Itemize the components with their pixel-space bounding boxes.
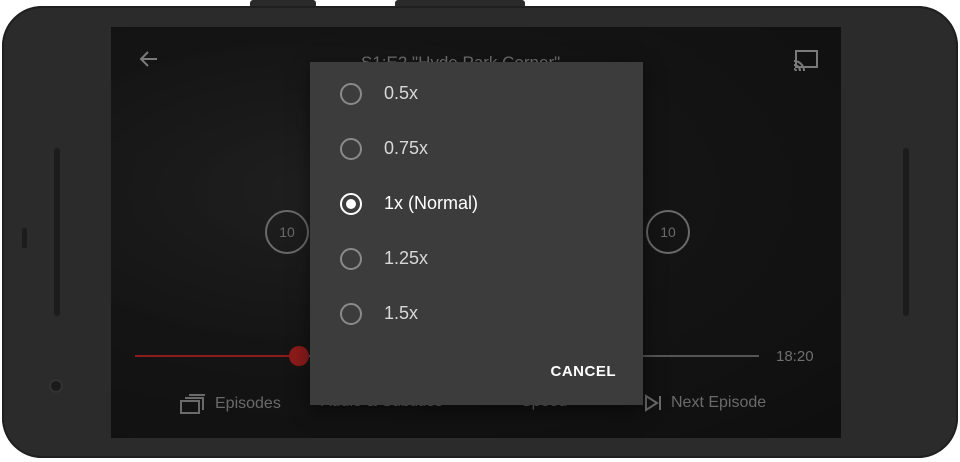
radio-button[interactable] xyxy=(340,302,362,325)
phone-volume-button xyxy=(395,0,525,6)
next-episode-icon xyxy=(645,394,661,412)
forward-10-label: 10 xyxy=(660,224,676,240)
phone-speaker-right xyxy=(903,148,909,316)
phone-power-button xyxy=(250,0,316,6)
next-episode-button[interactable]: Next Episode xyxy=(643,393,766,413)
phone-sensor xyxy=(22,228,27,248)
cast-icon[interactable] xyxy=(793,49,819,71)
playback-speed-dialog: 0.5x 0.75x 1x (Normal) 1.25x 1.5x CANCEL xyxy=(310,62,643,405)
radio-button[interactable] xyxy=(340,247,362,270)
speed-option-0-5x[interactable]: 0.5x xyxy=(310,66,643,121)
rewind-10-label: 10 xyxy=(279,224,295,240)
radio-button[interactable] xyxy=(340,137,362,160)
time-remaining: 18:20 xyxy=(776,348,814,365)
speed-option-1-25x[interactable]: 1.25x xyxy=(310,231,643,286)
speed-option-label: 1.5x xyxy=(384,303,419,323)
radio-button[interactable] xyxy=(340,82,362,105)
cancel-button[interactable]: CANCEL xyxy=(551,363,617,380)
next-episode-label: Next Episode xyxy=(671,394,767,411)
front-camera xyxy=(49,379,63,393)
forward-10-button[interactable]: 10 xyxy=(646,210,690,254)
episodes-button[interactable]: Episodes xyxy=(179,393,281,415)
episodes-label: Episodes xyxy=(215,395,281,412)
speed-option-label: 0.75x xyxy=(384,138,429,158)
progress-scrubber[interactable] xyxy=(289,346,309,366)
back-arrow-icon[interactable] xyxy=(137,47,161,71)
phone-speaker-left xyxy=(54,148,60,316)
speed-option-1x-normal[interactable]: 1x (Normal) xyxy=(310,176,643,231)
radio-button-selected[interactable] xyxy=(340,192,362,215)
speed-option-0-75x[interactable]: 0.75x xyxy=(310,121,643,176)
speed-option-1-5x[interactable]: 1.5x xyxy=(310,286,643,341)
speed-option-label: 0.5x xyxy=(384,83,419,103)
episodes-icon xyxy=(180,394,205,414)
progress-fill xyxy=(135,355,298,357)
speed-option-label: 1x (Normal) xyxy=(384,193,479,213)
speed-option-label: 1.25x xyxy=(384,248,429,268)
rewind-10-button[interactable]: 10 xyxy=(265,210,309,254)
